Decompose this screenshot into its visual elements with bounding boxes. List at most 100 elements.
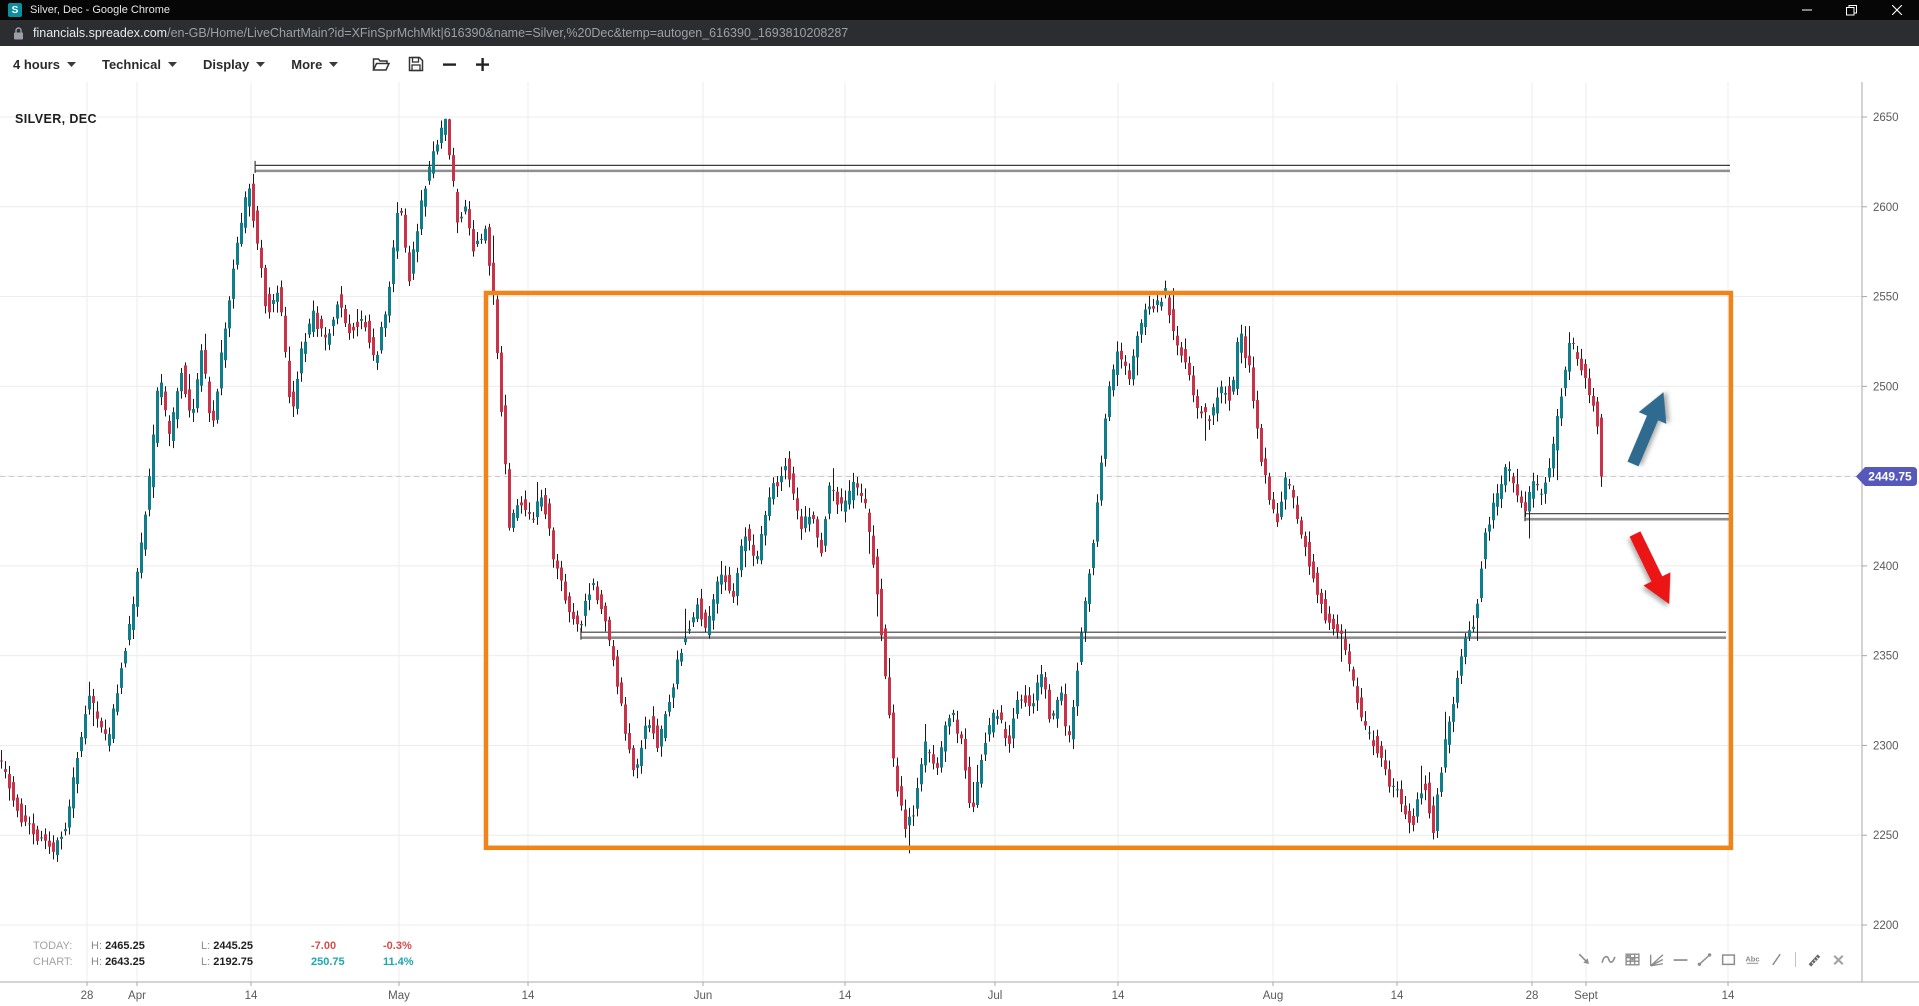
candle-body	[1456, 678, 1459, 703]
candle-body	[1552, 444, 1555, 469]
more-dropdown[interactable]: More	[291, 57, 338, 72]
address-bar[interactable]: financials.spreadex.com/en-GB/Home/LiveC…	[0, 20, 1919, 46]
candle-body	[1444, 739, 1447, 767]
candle-body	[768, 497, 771, 516]
candle-body	[40, 837, 43, 838]
orange-box-annotation[interactable]	[486, 293, 1731, 848]
candle-body	[872, 536, 875, 565]
candle-body	[1012, 718, 1015, 738]
candle-body	[360, 319, 363, 321]
candle-body	[1476, 604, 1479, 618]
candle-body	[376, 355, 379, 363]
save-button[interactable]	[408, 56, 424, 72]
candle-body	[476, 241, 479, 244]
fan-lines-icon[interactable]	[1648, 951, 1665, 968]
blue-up-arrow-annotation[interactable]	[1619, 386, 1677, 470]
candle-body	[36, 829, 39, 841]
candle-body	[632, 748, 635, 770]
candle-body	[908, 817, 911, 826]
today-change: -7.00	[311, 938, 383, 954]
candle-body	[824, 519, 827, 546]
close-button[interactable]	[1874, 0, 1919, 20]
price-tick-label: 2300	[1873, 740, 1899, 752]
close-icon[interactable]	[1830, 951, 1847, 968]
today-low: L: 2445.25	[201, 938, 311, 954]
candle-body	[576, 616, 579, 625]
candle-body	[1520, 497, 1523, 503]
toolbar-separator	[1795, 952, 1796, 967]
candle-body	[328, 333, 331, 344]
candle-body	[1336, 624, 1339, 632]
candle-body	[1292, 490, 1295, 498]
candle-body	[464, 206, 467, 211]
horizontal-line-icon[interactable]	[1672, 951, 1689, 968]
slash-line-icon[interactable]	[1768, 951, 1785, 968]
candle-body	[1508, 469, 1511, 471]
zoom-in-button[interactable]	[475, 57, 490, 72]
candle-body	[132, 604, 135, 630]
candle-body	[1016, 700, 1019, 714]
candle-body	[1512, 477, 1515, 484]
timeframe-dropdown[interactable]: 4 hours	[13, 57, 76, 72]
candle-body	[268, 294, 271, 312]
date-tick-label: 28	[1526, 990, 1539, 1002]
candle-body	[28, 823, 31, 824]
display-dropdown[interactable]: Display	[203, 57, 265, 72]
chart-canvas[interactable]: 2650260025502500245024002350230022502200…	[0, 82, 1919, 1006]
candle-body	[104, 729, 107, 734]
chevron-down-icon	[256, 62, 265, 67]
candle-body	[196, 379, 199, 408]
candle-body	[1448, 722, 1451, 745]
candle-body	[1108, 386, 1111, 417]
candle-body	[888, 677, 891, 715]
candle-body	[556, 561, 559, 569]
hline-annotations[interactable]	[255, 161, 1731, 640]
candle-body	[1500, 484, 1503, 499]
candle-body	[1484, 533, 1487, 560]
candle-body	[156, 391, 159, 443]
red-down-arrow-annotation[interactable]	[1622, 527, 1683, 610]
candle-body	[1088, 573, 1091, 603]
minimize-button[interactable]	[1784, 0, 1829, 20]
ruler-marker-icon[interactable]	[1806, 951, 1823, 968]
candle-body	[1548, 468, 1551, 478]
padlock-icon	[13, 27, 24, 40]
candle-body	[240, 223, 243, 244]
technical-dropdown[interactable]: Technical	[102, 57, 177, 72]
candle-body	[1532, 481, 1535, 499]
candle-body	[180, 373, 183, 391]
candle-body	[216, 391, 219, 419]
candle-body	[932, 754, 935, 763]
candle-body	[408, 252, 411, 281]
candle-body	[500, 353, 503, 412]
candle-body	[1120, 351, 1123, 360]
zoom-out-button[interactable]	[442, 57, 457, 72]
date-tick-label: 14	[1391, 990, 1404, 1002]
candle-body	[784, 466, 787, 470]
candle-body	[324, 335, 327, 338]
candle-body	[528, 512, 531, 514]
candle-body	[868, 513, 871, 532]
candle-body	[1440, 773, 1443, 792]
curve-icon[interactable]	[1600, 951, 1617, 968]
candle-body	[1340, 631, 1343, 634]
chevron-down-icon	[168, 62, 177, 67]
trend-line-icon[interactable]	[1696, 951, 1713, 968]
candle-body	[852, 482, 855, 500]
grid-table-icon[interactable]	[1624, 951, 1641, 968]
restore-button[interactable]	[1829, 0, 1874, 20]
candle-body	[1556, 416, 1559, 450]
candle-body	[1060, 693, 1063, 701]
candle-body	[948, 718, 951, 726]
candle-body	[536, 501, 539, 517]
candle-body	[1064, 694, 1067, 726]
candle-body	[1020, 700, 1023, 701]
rectangle-icon[interactable]	[1720, 951, 1737, 968]
candle-body	[996, 716, 999, 719]
candle-body	[756, 556, 759, 559]
text-abc-icon[interactable]: Abc	[1744, 951, 1761, 968]
candle-body	[372, 337, 375, 355]
candle-body	[1400, 789, 1403, 804]
pointer-arrow-icon[interactable]	[1576, 951, 1593, 968]
open-folder-button[interactable]	[372, 57, 390, 72]
